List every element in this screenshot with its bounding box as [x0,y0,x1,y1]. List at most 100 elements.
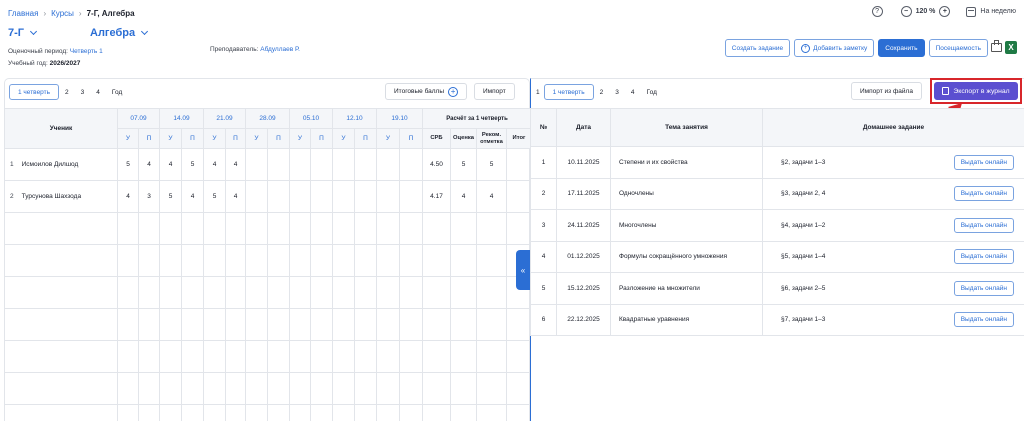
period-value[interactable]: Четверть 1 [70,48,103,55]
lesson-number: 2 [530,177,557,210]
lesson-topic: Одночлены [610,177,763,210]
date-header[interactable]: 14.09 [159,108,204,129]
tab-quarter-1-short[interactable]: 1 [536,84,544,100]
issue-online-button[interactable]: Выдать онлайн [953,312,1014,328]
issue-online-button[interactable]: Выдать онлайн [953,186,1014,202]
empty-row [4,308,532,341]
zoom-out-button[interactable]: − [900,6,912,17]
import-button[interactable]: Импорт [474,83,515,100]
grade-cell[interactable]: 4 [138,148,160,181]
final-cell[interactable] [506,180,532,213]
grade-cell[interactable] [310,180,333,213]
grade-cell[interactable]: 4 [203,148,226,181]
lesson-date: 22.12.2025 [556,303,611,336]
issue-online-button[interactable]: Выдать онлайн [953,217,1014,233]
week-view-button[interactable]: На неделю [966,6,1016,17]
grade-cell[interactable] [399,148,423,181]
subject-selector[interactable]: Алгебра [90,27,149,39]
final-cell[interactable] [506,148,532,181]
date-header[interactable]: 19.10 [376,108,423,129]
breadcrumb-home[interactable]: Главная [8,9,38,18]
printer-icon[interactable] [991,40,1002,52]
grade-value-cell: 5 [450,148,477,181]
grade-cell[interactable]: 4 [225,148,246,181]
lesson-topic: Формулы сокращённого умножения [610,240,763,273]
homework-text: §7, задачи 1–3 [781,316,826,324]
lesson-number: 1 [530,146,557,179]
help-icon[interactable]: ? [871,6,883,17]
grade-cell[interactable] [376,180,400,213]
grade-cell[interactable] [354,180,377,213]
tab-quarter-2[interactable]: 2 [594,84,610,100]
lesson-date: 01.12.2025 [556,240,611,273]
tab-year[interactable]: Год [106,84,128,100]
grade-cell[interactable]: 4 [181,180,204,213]
teacher-value[interactable]: Абдуллаев Р. [260,46,300,53]
collapse-panel-button[interactable]: « [516,250,530,290]
grade-cell[interactable] [354,148,377,181]
date-header[interactable]: 05.10 [289,108,333,129]
grade-cell[interactable] [332,180,355,213]
date-header[interactable]: 21.09 [203,108,246,129]
tab-quarter-3[interactable]: 3 [75,84,91,100]
tab-quarter-1[interactable]: 1 четверть [9,84,60,100]
grade-cell[interactable]: 5 [203,180,226,213]
sub-header-p: П [267,128,290,149]
create-task-button[interactable]: Создать задание [724,39,791,57]
tab-quarter-1[interactable]: 1 четверть [543,84,594,100]
date-header[interactable]: 12.10 [332,108,377,129]
grade-cell[interactable]: 4 [225,180,246,213]
import-from-file-button[interactable]: Импорт из файла [851,82,922,100]
issue-online-button[interactable]: Выдать онлайн [953,154,1014,170]
tab-year[interactable]: Год [641,84,663,100]
grade-cell[interactable]: 4 [159,148,182,181]
grade-cell[interactable] [245,180,268,213]
homework-text: §4, задачи 1–2 [781,221,826,229]
sub-header-p: П [181,128,204,149]
grade-cell[interactable] [310,148,333,181]
class-selector[interactable]: 7-Г [8,27,38,39]
issue-online-button[interactable]: Выдать онлайн [953,280,1014,296]
zoom-in-button[interactable]: + [939,6,951,17]
tab-quarter-3[interactable]: 3 [609,84,625,100]
grade-cell[interactable]: 5 [117,148,139,181]
zoom-value: 120 % [915,8,936,15]
date-header[interactable]: 07.09 [117,108,160,129]
homework-column-header: Домашнее задание [762,108,1024,147]
grade-cell[interactable] [267,148,290,181]
grade-cell[interactable]: 5 [181,148,204,181]
sub-header-u: У [117,128,139,149]
grade-cell[interactable] [399,180,423,213]
tab-quarter-4[interactable]: 4 [625,84,641,100]
grade-cell[interactable]: 3 [138,180,160,213]
table-row: 2 Турсунова Шахзода 4 3 5 4 5 4 4.17 4 4 [4,180,532,213]
grade-cell[interactable]: 4 [117,180,139,213]
year-label: Учебный год: [8,60,48,67]
excel-icon[interactable]: X [1005,41,1017,54]
homework-text: §2, задачи 1–3 [781,158,826,166]
add-note-button[interactable]: + Добавить заметку [794,39,875,57]
homework-text: §3, задачи 2, 4 [781,190,826,198]
homework-cell: §3, задачи 2, 4 Выдать онлайн [762,177,1024,210]
save-button[interactable]: Сохранить [878,39,925,57]
tab-quarter-4[interactable]: 4 [90,84,106,100]
grade-cell[interactable] [267,180,290,213]
grade-cell[interactable] [289,148,311,181]
lesson-date: 15.12.2025 [556,272,611,305]
date-header[interactable]: 28.09 [245,108,290,129]
grade-cell[interactable] [289,180,311,213]
tab-quarter-2[interactable]: 2 [59,84,75,100]
student-name-cell: 1 Исмоилов Дилшод [4,148,118,181]
breadcrumb-courses[interactable]: Курсы [51,9,74,18]
homework-cell: §5, задачи 1–4 Выдать онлайн [762,240,1024,273]
attendance-button[interactable]: Посещаемость [928,39,988,57]
grade-cell[interactable]: 5 [159,180,182,213]
final-scores-button[interactable]: Итоговые баллы + [385,83,468,100]
lesson-topic: Многочлены [610,209,763,242]
grade-cell[interactable] [245,148,268,181]
sub-header-p: П [138,128,160,149]
issue-online-button[interactable]: Выдать онлайн [953,249,1014,265]
grade-cell[interactable] [332,148,355,181]
year-value: 2026/2027 [49,60,81,67]
grade-cell[interactable] [376,148,400,181]
